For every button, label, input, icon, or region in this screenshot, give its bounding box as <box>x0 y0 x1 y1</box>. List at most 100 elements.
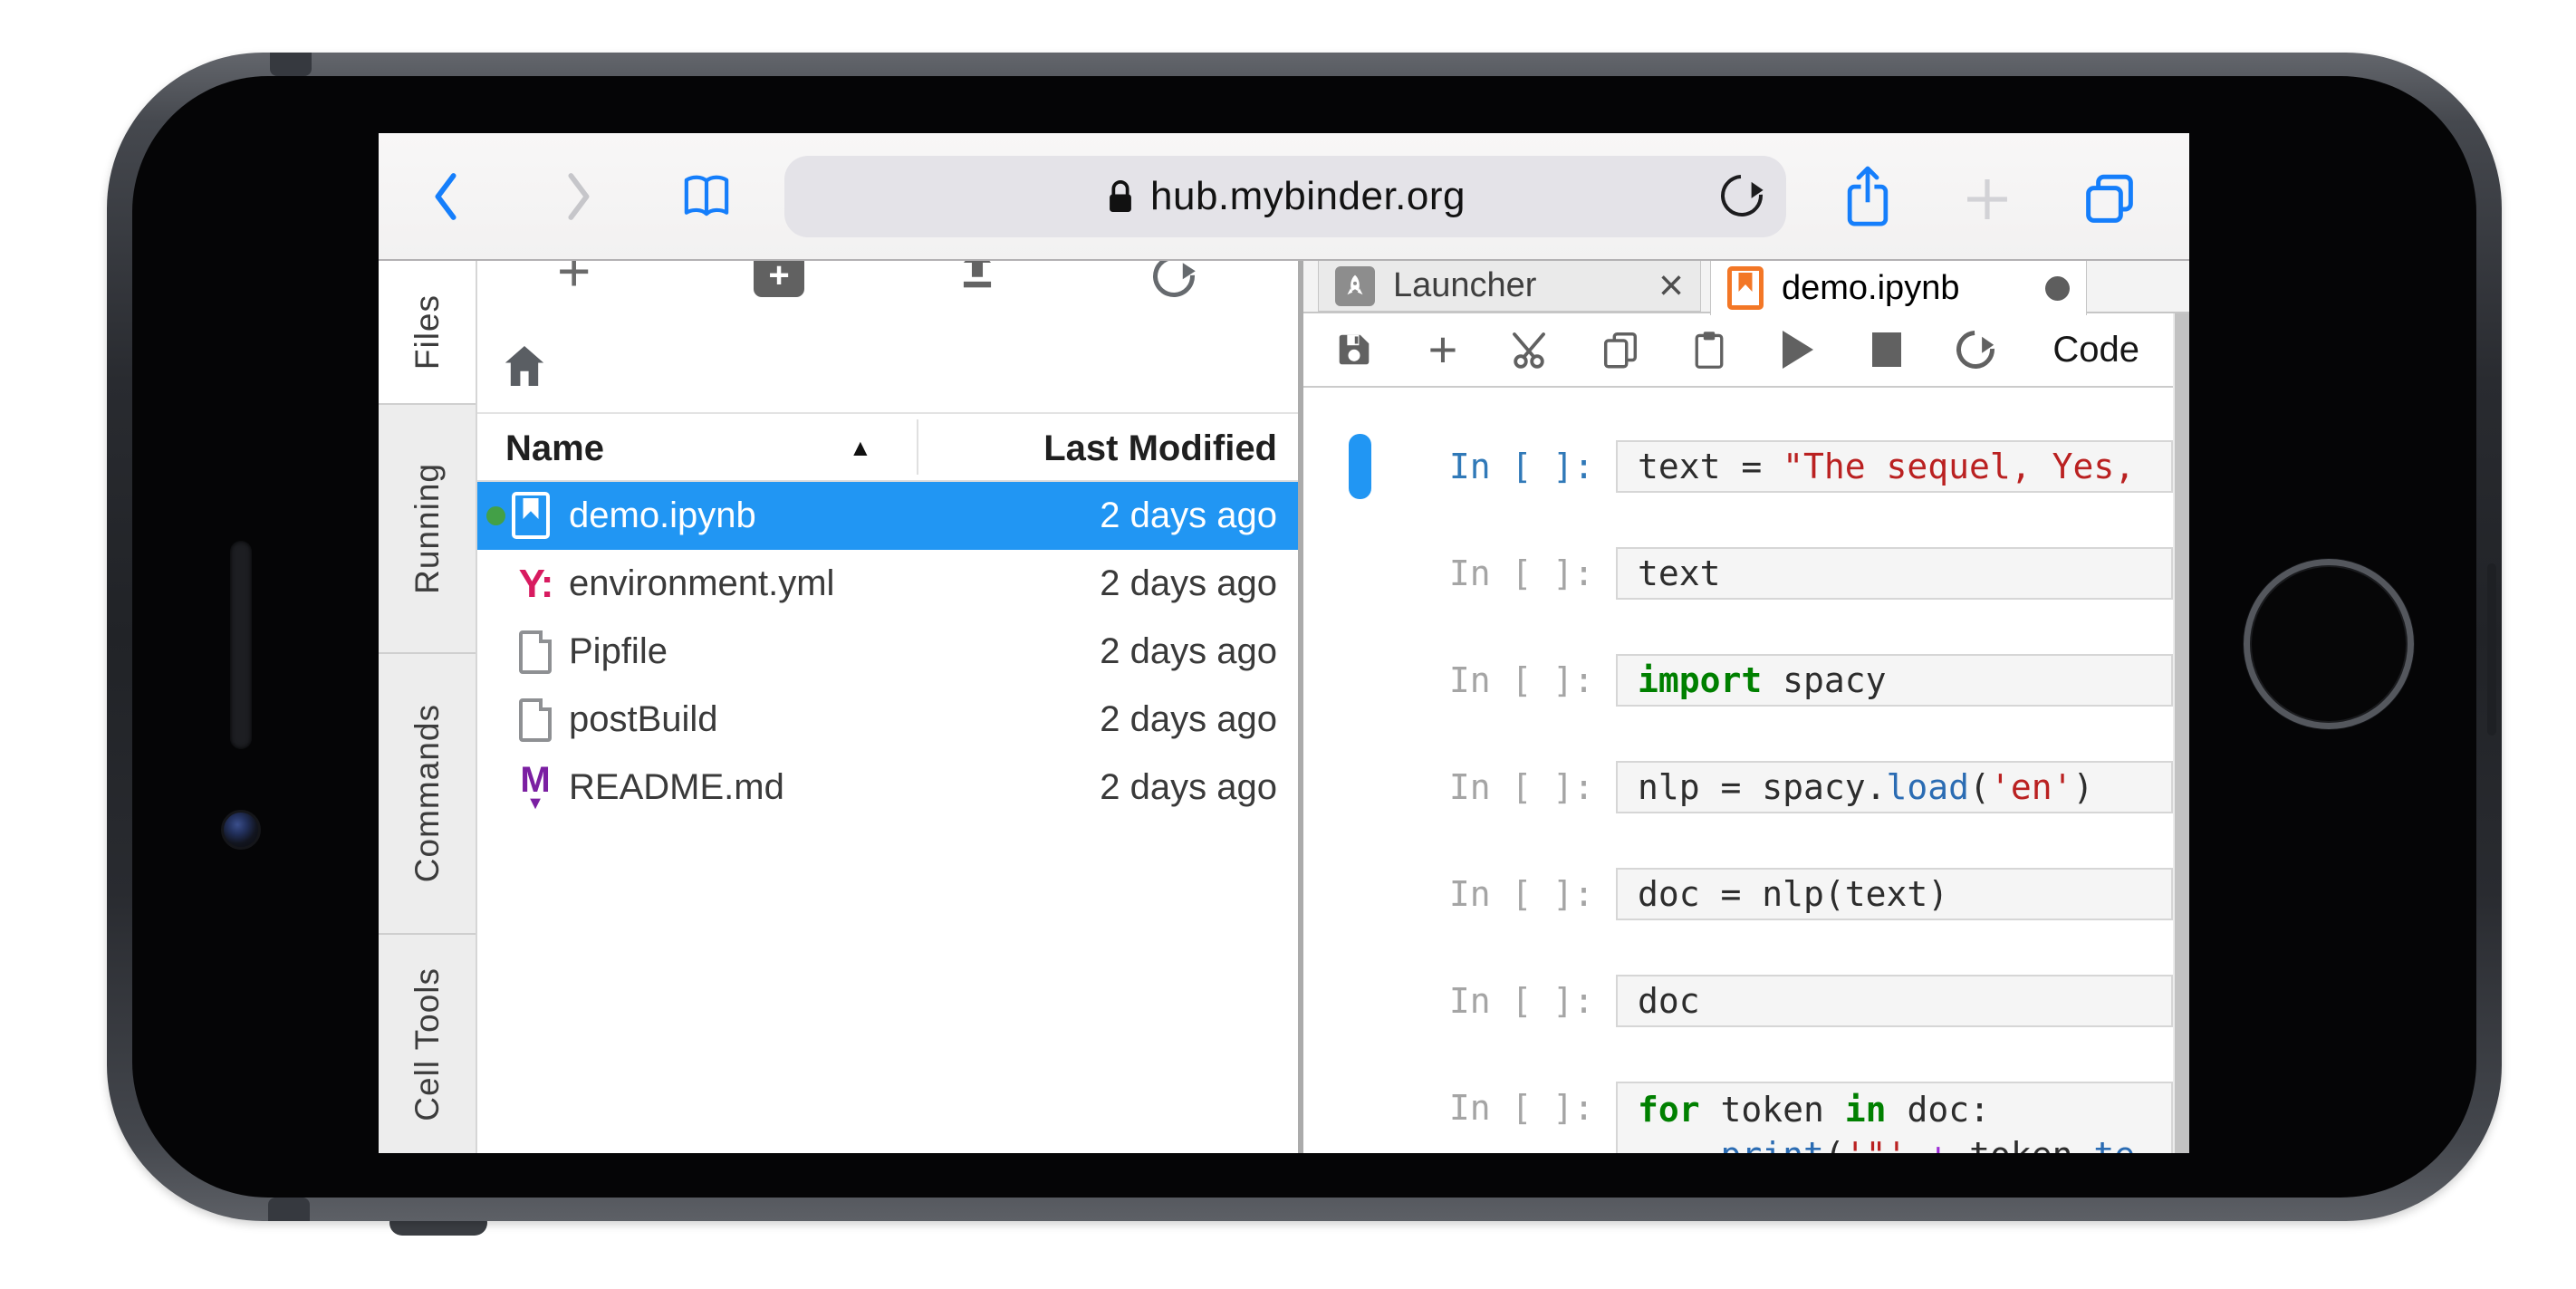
front-camera <box>221 810 261 850</box>
file-row[interactable]: Y:environment.yml 2 days ago <box>477 550 1298 618</box>
restart-kernel-icon[interactable] <box>1954 331 1997 369</box>
new-launcher-icon[interactable]: + <box>557 261 591 297</box>
jupyterlab-sidebar: Files Running Commands Cell Tools <box>379 261 477 1153</box>
close-tab-icon[interactable]: × <box>1658 268 1684 304</box>
notebook-cell: In [ ]: import spacy <box>1303 654 2173 707</box>
file-list-header: Name ▲ Last Modified <box>477 412 1298 482</box>
sidebar-tab-cell-tools[interactable]: Cell Tools <box>379 935 476 1153</box>
cell-code-editor[interactable]: text = "The sequel, Yes, <box>1616 440 2173 493</box>
back-button[interactable] <box>426 168 467 225</box>
kernel-running-dot <box>486 506 505 525</box>
upload-icon[interactable] <box>952 261 1003 297</box>
new-tab-button[interactable] <box>1959 171 2015 227</box>
cell-type-dropdown[interactable]: Code <box>2052 330 2139 370</box>
home-breadcrumb-icon[interactable] <box>504 346 545 386</box>
file-row[interactable]: demo.ipynb 2 days ago <box>477 482 1298 550</box>
save-icon[interactable] <box>1332 329 1376 370</box>
file-name: postBuild <box>569 699 718 740</box>
file-name: Pipfile <box>569 631 668 672</box>
lock-icon <box>1105 176 1136 217</box>
notebook-cell: In [ ]:for token in doc: print('"' + tok… <box>1303 1082 2173 1134</box>
notebook-cell: In [ ]: doc = nlp(text) <box>1303 868 2173 920</box>
cell-prompt: In [ ]: <box>1303 654 1594 707</box>
column-divider <box>917 419 918 475</box>
unsaved-changes-dot <box>2045 276 2070 301</box>
new-folder-icon[interactable]: + <box>754 261 804 297</box>
run-icon[interactable] <box>1776 331 1820 369</box>
cell-prompt: In [ ]: <box>1303 1082 1594 1134</box>
cell-prompt: In [ ]: <box>1303 975 1594 1027</box>
cell-prompt: In [ ]: <box>1303 868 1594 920</box>
file-row[interactable]: postBuild 2 days ago <box>477 686 1298 754</box>
notebook-cells: In [ ]: text = "The sequel, Yes, In [ ]: te… <box>1303 388 2173 1153</box>
home-button[interactable] <box>2244 559 2414 729</box>
paste-icon[interactable] <box>1687 328 1731 371</box>
document-tab-bar: Launcher × demo.ipynb <box>1303 261 2189 313</box>
file-modified: 2 days ago <box>1100 699 1277 740</box>
file-modified: 2 days ago <box>1100 495 1277 536</box>
antenna-band <box>270 53 312 76</box>
tab-demo-ipynb[interactable]: demo.ipynb <box>1710 261 2087 315</box>
notebook-cell: In [ ]: text <box>1303 547 2173 600</box>
launcher-rocket-icon <box>1335 266 1375 306</box>
sort-ascending-icon: ▲ <box>849 434 872 462</box>
share-button[interactable] <box>1839 160 1897 235</box>
sidebar-tab-files[interactable]: Files <box>379 261 476 405</box>
file-browser: + + Name ▲ <box>477 261 1298 1153</box>
screen: hub.mybinder.org <box>379 133 2189 1153</box>
cell-prompt: In [ ]: <box>1303 440 1594 493</box>
file-row[interactable]: Pipfile 2 days ago <box>477 618 1298 686</box>
yaml-file-icon: Y: <box>512 560 559 608</box>
stop-icon[interactable] <box>1865 332 1908 367</box>
markdown-file-icon: M▼ <box>512 764 559 812</box>
notebook-panel: Launcher × demo.ipynb <box>1303 261 2189 1153</box>
notebook-toolbar: + <box>1303 313 2189 388</box>
file-row[interactable]: M▼README.md2 days ago <box>477 754 1298 822</box>
tab-launcher[interactable]: Launcher × <box>1318 261 1701 312</box>
jupyterlab-page: Files Running Commands Cell Tools <box>379 261 2189 1153</box>
cell-code-editor[interactable]: text <box>1616 547 2173 600</box>
insert-cell-icon[interactable]: + <box>1421 328 1465 371</box>
cut-icon[interactable] <box>1510 328 1553 371</box>
iphone-bezel: hub.mybinder.org <box>132 76 2476 1198</box>
cell-code-editor[interactable]: nlp = spacy.load('en') <box>1616 761 2173 813</box>
iphone-frame: hub.mybinder.org <box>107 53 2502 1221</box>
cell-code-editor[interactable]: import spacy <box>1616 654 2173 707</box>
notebook-cell: In [ ]: doc <box>1303 975 2173 1027</box>
cell-prompt: In [ ]: <box>1303 547 1594 600</box>
file-modified: 2 days ago <box>1100 767 1277 808</box>
bookmarks-button[interactable] <box>678 169 735 224</box>
file-modified: 2 days ago <box>1100 631 1277 672</box>
cell-code-editor[interactable]: doc <box>1616 975 2173 1027</box>
file-modified: 2 days ago <box>1100 563 1277 604</box>
notebook-file-icon <box>512 492 550 539</box>
file-name: demo.ipynb <box>569 495 756 536</box>
notebook-cell: In [ ]: text = "The sequel, Yes, <box>1303 440 2173 493</box>
cell-code-editor[interactable]: doc = nlp(text) <box>1616 868 2173 920</box>
file-list: demo.ipynb 2 days ago Y:environment.yml 2 d… <box>477 482 1298 822</box>
address-bar[interactable]: hub.mybinder.org <box>784 156 1786 237</box>
modified-column-header[interactable]: Last Modified <box>1043 428 1277 469</box>
tabs-button[interactable] <box>2080 169 2139 229</box>
generic-file-icon <box>512 696 559 744</box>
sidebar-tab-running[interactable]: Running <box>379 405 476 654</box>
name-column-header[interactable]: Name <box>505 428 604 469</box>
safari-toolbar: hub.mybinder.org <box>379 133 2189 261</box>
notebook-scrollbar[interactable] <box>2173 313 2189 1153</box>
copy-icon[interactable] <box>1599 329 1642 370</box>
generic-file-icon <box>512 628 559 676</box>
url-text: hub.mybinder.org <box>1150 174 1466 219</box>
notebook-cell: In [ ]: nlp = spacy.load('en') <box>1303 761 2173 813</box>
notebook-orange-icon <box>1727 266 1764 310</box>
power-button[interactable] <box>2487 563 2496 736</box>
file-name: environment.yml <box>569 563 834 604</box>
forward-button[interactable] <box>557 168 599 225</box>
iphone-landscape-photo: hub.mybinder.org <box>0 0 2576 1289</box>
refresh-icon[interactable] <box>1153 261 1195 297</box>
sidebar-tab-commands[interactable]: Commands <box>379 654 476 935</box>
cell-code-editor[interactable]: for token in doc: print('"' + token.te <box>1616 1082 2173 1153</box>
reload-button[interactable] <box>1721 175 1763 221</box>
cell-prompt: In [ ]: <box>1303 761 1594 813</box>
antenna-band <box>268 1198 310 1221</box>
earpiece-speaker <box>230 541 252 749</box>
